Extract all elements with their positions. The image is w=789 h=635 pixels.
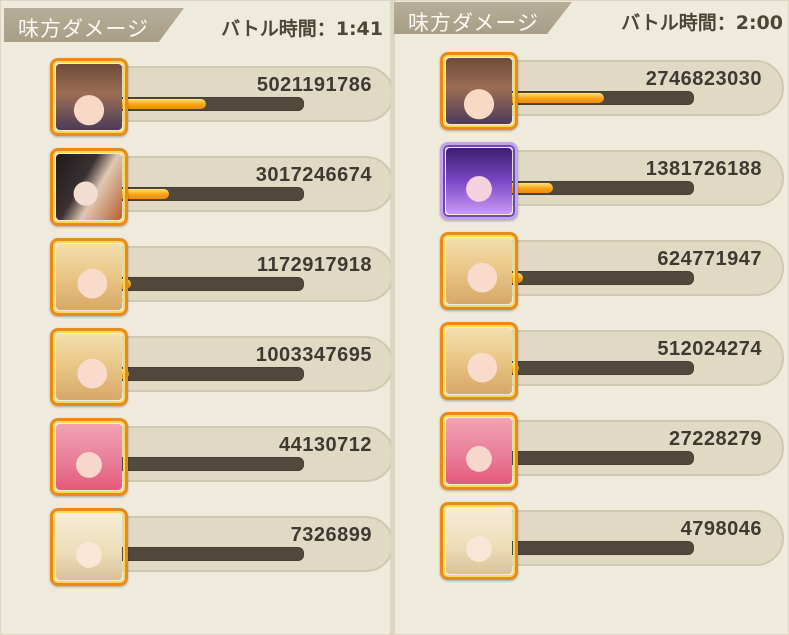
damage-row: 2746823030 [440, 52, 789, 130]
character-avatar [50, 328, 128, 406]
character-avatar [440, 232, 518, 310]
damage-bar-background: 1172917918 [98, 246, 394, 302]
damage-bar-background: 3017246674 [98, 156, 394, 212]
header-tab: 味方ダメージ [394, 2, 572, 34]
right-damage-panel: 味方ダメージ バトル時間：2:00 2746823030 1381726188 62… [394, 0, 789, 635]
panel-title: 味方ダメージ [18, 17, 149, 41]
damage-progress-track [502, 541, 694, 555]
character-portrait [446, 418, 512, 484]
damage-progress-track [112, 187, 304, 201]
battle-time: バトル時間：2:00 [621, 12, 783, 34]
damage-bar-background: 44130712 [98, 426, 394, 482]
damage-progress-track [112, 547, 304, 561]
damage-value: 1381726188 [645, 158, 762, 180]
damage-bar-background: 1003347695 [98, 336, 394, 392]
character-avatar [50, 58, 128, 136]
damage-progress-track [502, 181, 694, 195]
damage-value: 7326899 [290, 524, 372, 546]
damage-bar-background: 512024274 [488, 330, 784, 386]
character-portrait [446, 238, 512, 304]
damage-progress-track [112, 97, 304, 111]
header-tab: 味方ダメージ [4, 8, 184, 42]
damage-progress-track [502, 451, 694, 465]
character-portrait [56, 154, 122, 220]
damage-progress-track [112, 457, 304, 471]
damage-bar-background: 624771947 [488, 240, 784, 296]
character-portrait [56, 244, 122, 310]
damage-bar-background: 1381726188 [488, 150, 784, 206]
damage-value: 512024274 [657, 338, 762, 360]
damage-progress-track [502, 91, 694, 105]
damage-value: 44130712 [279, 434, 372, 456]
damage-progress-track [502, 361, 694, 375]
character-avatar [50, 508, 128, 586]
damage-value: 4798046 [680, 518, 762, 540]
character-avatar [440, 502, 518, 580]
battle-time: バトル時間：1:41 [221, 18, 383, 40]
character-portrait [56, 424, 122, 490]
damage-bar-background: 4798046 [488, 510, 784, 566]
damage-value: 624771947 [657, 248, 762, 270]
damage-row: 1381726188 [440, 142, 789, 220]
character-avatar [50, 238, 128, 316]
panel-title: 味方ダメージ [408, 11, 539, 35]
damage-row: 3017246674 [50, 148, 400, 226]
damage-value: 27228279 [669, 428, 762, 450]
damage-value: 3017246674 [255, 164, 372, 186]
damage-row: 5021191786 [50, 58, 400, 136]
character-portrait [446, 508, 512, 574]
damage-value: 2746823030 [645, 68, 762, 90]
character-avatar [50, 418, 128, 496]
damage-progress-track [502, 271, 694, 285]
damage-row: 4798046 [440, 502, 789, 580]
character-portrait [446, 58, 512, 124]
damage-progress-track [112, 367, 304, 381]
character-avatar [50, 148, 128, 226]
damage-row: 1172917918 [50, 238, 400, 316]
damage-row: 7326899 [50, 508, 400, 586]
damage-bar-background: 5021191786 [98, 66, 394, 122]
character-avatar [440, 52, 518, 130]
left-damage-panel: 味方ダメージ バトル時間：1:41 5021191786 3017246674 11… [0, 0, 394, 635]
damage-row: 44130712 [50, 418, 400, 496]
damage-bar-background: 7326899 [98, 516, 394, 572]
damage-value: 1003347695 [255, 344, 372, 366]
character-avatar [440, 412, 518, 490]
character-portrait [446, 148, 512, 214]
damage-bar-background: 2746823030 [488, 60, 784, 116]
character-portrait [56, 514, 122, 580]
damage-row: 624771947 [440, 232, 789, 310]
character-avatar [440, 142, 518, 220]
character-portrait [56, 64, 122, 130]
character-portrait [446, 328, 512, 394]
character-avatar [440, 322, 518, 400]
damage-row: 512024274 [440, 322, 789, 400]
damage-value: 5021191786 [256, 74, 372, 96]
damage-progress-fill [504, 93, 604, 103]
damage-row: 1003347695 [50, 328, 400, 406]
damage-bar-background: 27228279 [488, 420, 784, 476]
damage-row: 27228279 [440, 412, 789, 490]
character-portrait [56, 334, 122, 400]
damage-progress-track [112, 277, 304, 291]
damage-value: 1172917918 [256, 254, 372, 276]
